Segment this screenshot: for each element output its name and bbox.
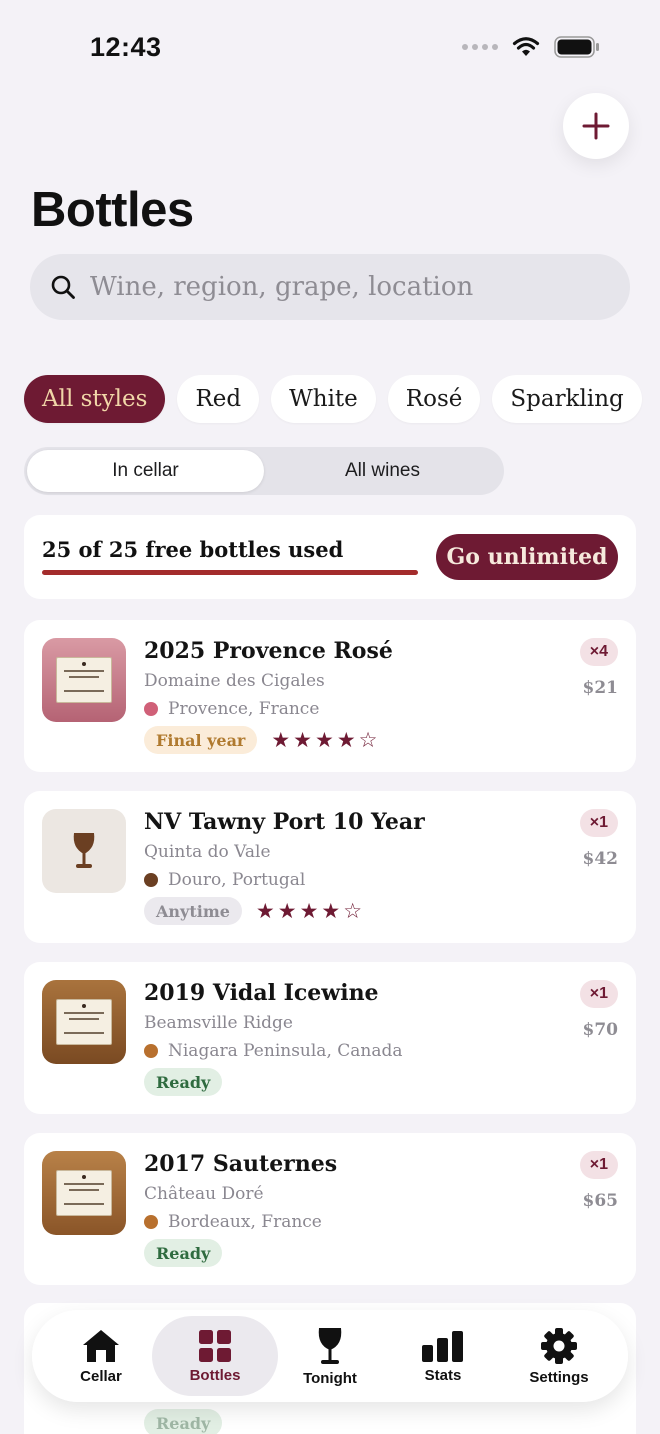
- wine-glass-icon: [318, 1327, 342, 1364]
- wine-label-icon: [56, 1170, 112, 1216]
- meta-row: Final year ★★★★☆: [144, 726, 381, 754]
- segment-in-cellar[interactable]: In cellar: [27, 450, 264, 492]
- meta-row: Anytime ★★★★☆: [144, 897, 365, 925]
- wifi-icon: [512, 37, 540, 56]
- meta-row: Ready: [144, 1239, 223, 1267]
- plus-icon: [582, 112, 610, 140]
- tab-label: Bottles: [189, 1366, 241, 1384]
- wine-name: 2019 Vidal Icewine: [144, 980, 379, 1006]
- tab-label: Tonight: [303, 1369, 357, 1387]
- drink-window-badge: Final year: [144, 726, 258, 754]
- region-label: Bordeaux, France: [168, 1212, 322, 1232]
- region: Douro, Portugal: [144, 870, 305, 890]
- tab-bar: Cellar Bottles Tonight Stats Settings: [32, 1310, 628, 1402]
- gear-icon: [541, 1327, 577, 1364]
- meta-row: Ready: [144, 1409, 223, 1434]
- chip-sparkling[interactable]: Sparkling: [492, 375, 642, 423]
- rating-stars: ★★★★☆: [255, 899, 366, 923]
- house-icon: [83, 1329, 119, 1362]
- meta-row: Ready: [144, 1068, 223, 1096]
- status-indicators: [462, 36, 600, 58]
- tab-tonight[interactable]: Tonight: [271, 1310, 389, 1402]
- tab-label: Settings: [529, 1368, 589, 1386]
- quantity-badge: ×4: [579, 638, 618, 666]
- region-label: Niagara Peninsula, Canada: [168, 1041, 403, 1061]
- wine-label-icon: [56, 657, 112, 703]
- producer: Beamsville Ridge: [144, 1013, 293, 1033]
- quantity-badge: ×1: [579, 1151, 618, 1179]
- wine-glass-icon: [73, 833, 95, 868]
- segment-all-wines[interactable]: All wines: [264, 450, 501, 492]
- quantity-badge: ×1: [579, 809, 618, 837]
- drink-window-badge: Anytime: [144, 897, 242, 925]
- price: $70: [582, 1020, 619, 1040]
- chip-rose[interactable]: Rosé: [387, 375, 481, 423]
- region-label: Provence, France: [168, 699, 320, 719]
- chip-red[interactable]: Red: [177, 375, 260, 423]
- search-input[interactable]: Wine, region, grape, location: [90, 272, 473, 302]
- wine-name: 2017 Sauternes: [144, 1151, 338, 1177]
- search-bar[interactable]: Wine, region, grape, location: [30, 254, 630, 320]
- price: $21: [582, 678, 619, 698]
- tab-cellar[interactable]: Cellar: [42, 1310, 160, 1402]
- status-bar: 12:43: [0, 0, 660, 96]
- region: Bordeaux, France: [144, 1212, 322, 1232]
- grid-icon: [199, 1329, 231, 1362]
- add-bottle-button[interactable]: [563, 93, 629, 159]
- region: Niagara Peninsula, Canada: [144, 1041, 403, 1061]
- tab-settings[interactable]: Settings: [500, 1310, 618, 1402]
- tab-label: Cellar: [80, 1367, 122, 1385]
- bottle-label-thumbnail: [42, 1151, 126, 1235]
- search-icon: [51, 275, 75, 299]
- battery-icon: [554, 36, 599, 58]
- chip-white[interactable]: White: [271, 375, 376, 423]
- wine-name: NV Tawny Port 10 Year: [144, 809, 425, 835]
- region-color-dot: [144, 702, 158, 716]
- region-color-dot: [144, 1044, 158, 1058]
- bottle-card[interactable]: 2017 Sauternes Château Doré Bordeaux, Fr…: [24, 1133, 636, 1285]
- chip-all-styles[interactable]: All styles: [24, 375, 166, 423]
- bottle-card[interactable]: 2025 Provence Rosé Domaine des Cigales P…: [24, 620, 636, 772]
- tab-label: Stats: [424, 1366, 462, 1384]
- drink-window-badge: Ready: [144, 1068, 223, 1096]
- bottle-card[interactable]: 2019 Vidal Icewine Beamsville Ridge Niag…: [24, 962, 636, 1114]
- limit-progress-bar: [42, 570, 418, 575]
- producer: Domaine des Cigales: [144, 671, 325, 691]
- bottle-label-thumbnail: [42, 809, 126, 893]
- price: $42: [582, 849, 619, 869]
- drink-window-badge: Ready: [144, 1239, 223, 1267]
- quantity-badge: ×1: [579, 980, 618, 1008]
- tab-bottles[interactable]: Bottles: [152, 1316, 278, 1396]
- page-title: Bottles: [31, 183, 194, 237]
- region: Provence, France: [144, 699, 319, 719]
- bottle-label-thumbnail: [42, 638, 126, 722]
- wine-label-icon: [56, 999, 112, 1045]
- go-unlimited-button[interactable]: Go unlimited: [436, 534, 618, 580]
- cellular-signal-icon: [462, 44, 498, 50]
- tab-stats[interactable]: Stats: [384, 1310, 502, 1402]
- style-filter-chips: All styles Red White Rosé Sparkling: [24, 375, 642, 423]
- drink-window-badge: Ready: [144, 1409, 223, 1434]
- limit-text: 25 of 25 free bottles used: [42, 537, 344, 562]
- region-label: Douro, Portugal: [168, 870, 306, 890]
- status-time: 12:43: [90, 32, 162, 62]
- price: $65: [582, 1191, 619, 1211]
- region-color-dot: [144, 1215, 158, 1229]
- producer: Quinta do Vale: [144, 842, 271, 862]
- wine-name: 2025 Provence Rosé: [144, 638, 393, 664]
- rating-stars: ★★★★☆: [271, 728, 381, 752]
- bottle-label-thumbnail: [42, 980, 126, 1064]
- cellar-segmented-control: In cellar All wines: [24, 447, 504, 495]
- free-limit-card: 25 of 25 free bottles used Go unlimited: [24, 515, 636, 599]
- producer: Château Doré: [144, 1184, 264, 1204]
- region-color-dot: [144, 873, 158, 887]
- bar-chart-icon: [422, 1330, 463, 1362]
- bottle-card[interactable]: NV Tawny Port 10 Year Quinta do Vale Dou…: [24, 791, 636, 943]
